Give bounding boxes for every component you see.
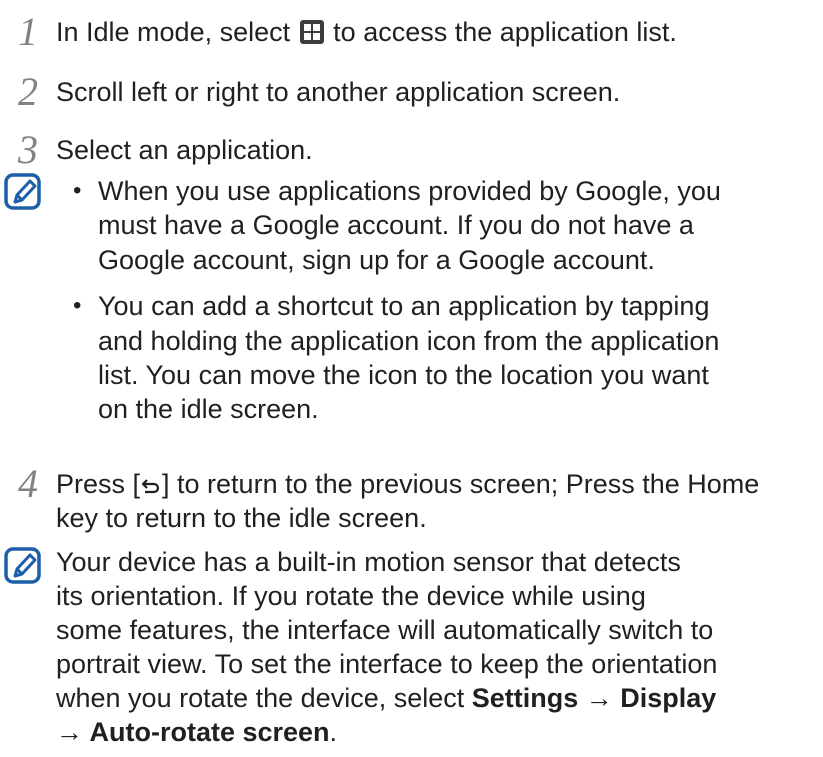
note2-line4: portrait view. To set the interface to k… — [56, 649, 718, 679]
step-4-after: ] to return to the previous screen; Pres… — [162, 469, 760, 499]
note2-line5-before: when you rotate the device, select — [56, 683, 472, 713]
bullet-marker-2: • — [73, 292, 82, 319]
note1-bullet2-line2: and holding the application icon from th… — [98, 326, 720, 356]
note1-bullet1-line2: must have a Google account. If you do no… — [98, 210, 694, 240]
note2-line1: Your device has a built-in motion sensor… — [56, 547, 681, 577]
display-menu-path: Display — [620, 683, 717, 713]
step-2-text: Scroll left or right to another applicat… — [56, 77, 621, 107]
step-number-3: 3 — [18, 127, 38, 172]
note1-bullet2-line4: on the idle screen. — [98, 394, 319, 424]
note2-period: . — [329, 717, 338, 747]
note1-bullet1-line1: When you use applications provided by Go… — [98, 176, 721, 206]
step-1-text: In Idle mode, select to access the appli… — [56, 15, 677, 49]
note1-bullet2-line1: You can add a shortcut to an application… — [98, 291, 710, 321]
note2-line3: some features, the interface will automa… — [56, 615, 714, 645]
step-3-text: Select an application. — [56, 135, 313, 165]
note1-bullet1-line3: Google account, sign up for a Google acc… — [98, 245, 655, 275]
note2-line2: its orientation. If you rotate the devic… — [56, 581, 646, 611]
step-4-line1: Press [ ] to return to the previous scre… — [56, 467, 759, 501]
note2-line6: → Auto-rotate screen. — [56, 715, 337, 749]
step-1-before: In Idle mode, select — [56, 17, 291, 47]
settings-menu-path: Settings — [471, 683, 579, 713]
note-pen-icon — [4, 173, 41, 210]
step-number-1: 1 — [18, 9, 38, 54]
path-arrow-2: → — [56, 717, 90, 747]
auto-rotate-menu-path: Auto-rotate screen — [89, 717, 330, 747]
step-1-after: to access the application list. — [333, 17, 677, 47]
bullet-marker-1: • — [73, 177, 82, 204]
path-arrow-1: → — [578, 683, 621, 713]
step-number-4: 4 — [18, 461, 38, 506]
apps-grid-icon — [299, 20, 324, 44]
note-pen-icon — [4, 547, 41, 584]
note2-line5: when you rotate the device, select Setti… — [56, 681, 716, 715]
back-arrow-icon — [141, 479, 160, 494]
step-4-before: Press [ — [56, 469, 141, 499]
step-number-2: 2 — [18, 69, 38, 114]
step-4-line2: key to return to the idle screen. — [56, 503, 427, 533]
note1-bullet2-line3: list. You can move the icon to the locat… — [98, 360, 709, 390]
